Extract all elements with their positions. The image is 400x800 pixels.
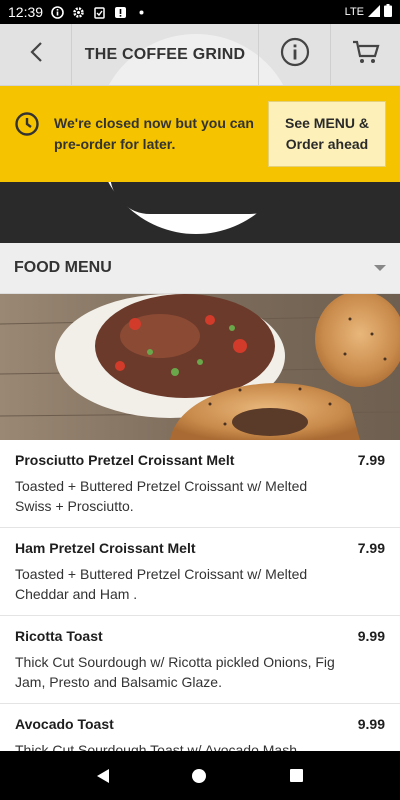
menu-item-name: Prosciutto Pretzel Croissant Melt (15, 452, 235, 468)
section-label: FOOD MENU (14, 259, 112, 276)
menu-item[interactable]: Ham Pretzel Croissant Melt 7.99 Toasted … (0, 528, 400, 616)
menu-item-name: Ricotta Toast (15, 628, 103, 644)
see-menu-order-ahead-button[interactable]: See MENU & Order ahead (268, 101, 386, 167)
network-label: LTE (344, 6, 364, 18)
status-bar: 12:39 LTE (0, 0, 400, 24)
info-button[interactable] (258, 24, 330, 85)
menu-item-description: Toasted + Buttered Pretzel Croissant w/ … (15, 566, 308, 602)
menu-item[interactable]: Avocado Toast 9.99 Thick Cut Sourdough T… (0, 704, 400, 751)
menu-item-price: 9.99 (357, 716, 385, 732)
signal-icon (368, 4, 380, 20)
menu-list: Prosciutto Pretzel Croissant Melt 7.99 T… (0, 440, 400, 751)
closed-banner: We're closed now but you can pre-order f… (0, 86, 400, 182)
menu-item-description: Thick Cut Sourdough w/ Ricotta pickled O… (15, 654, 335, 690)
menu-item-description: Toasted + Buttered Pretzel Croissant w/ … (15, 478, 308, 514)
system-nav-bar (0, 751, 400, 800)
gear-icon (72, 6, 85, 19)
page-title: THE COFFEE GRIND (84, 45, 246, 63)
clipboard-icon (93, 6, 106, 19)
info-circle-icon (51, 5, 64, 19)
back-button[interactable] (0, 24, 72, 85)
nav-recents-icon[interactable] (290, 769, 304, 782)
app-bar: THE COFFEE GRIND (0, 24, 400, 86)
nav-back-icon[interactable] (96, 768, 109, 783)
cart-button[interactable] (330, 24, 400, 85)
status-time: 12:39 (8, 4, 44, 20)
battery-icon (384, 4, 392, 20)
alert-icon (114, 6, 127, 19)
chevron-down-icon (374, 265, 386, 271)
food-image (0, 294, 400, 440)
menu-item-description: Thick Cut Sourdough Toast w/ Avocado Mas… (15, 742, 297, 751)
nav-home-icon[interactable] (192, 768, 207, 783)
dot-icon (135, 6, 148, 19)
menu-item-price: 7.99 (357, 452, 385, 468)
closed-message: We're closed now but you can pre-order f… (54, 115, 254, 152)
menu-item-price: 9.99 (357, 628, 385, 644)
menu-item[interactable]: Prosciutto Pretzel Croissant Melt 7.99 T… (0, 440, 400, 528)
menu-item-name: Avocado Toast (15, 716, 114, 732)
chevron-left-icon (29, 41, 43, 68)
food-menu-section-header[interactable]: FOOD MENU (0, 243, 400, 294)
menu-item-name: Ham Pretzel Croissant Melt (15, 540, 196, 556)
clock-icon (14, 111, 40, 137)
menu-item-price: 7.99 (357, 540, 385, 556)
cart-icon (352, 40, 380, 69)
info-icon (280, 37, 310, 72)
menu-item[interactable]: Ricotta Toast 9.99 Thick Cut Sourdough w… (0, 616, 400, 704)
